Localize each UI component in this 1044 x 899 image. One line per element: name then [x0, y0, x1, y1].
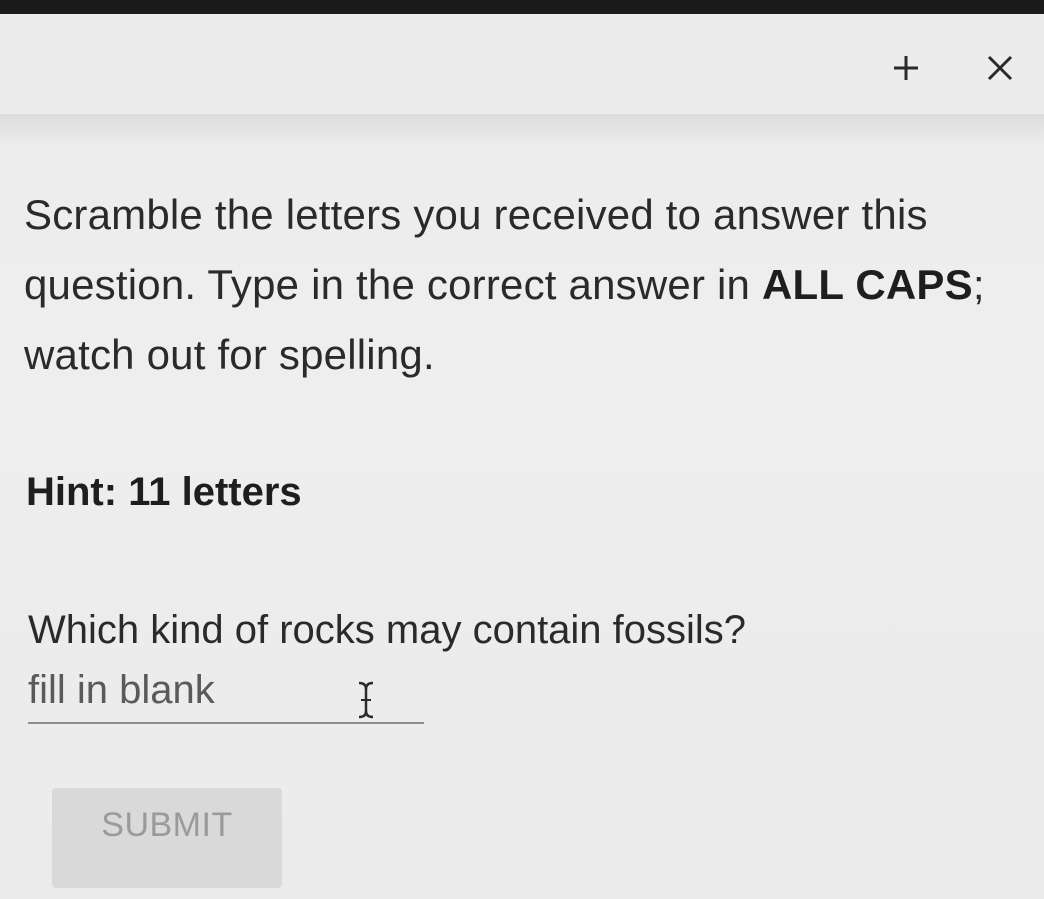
question-text: Which kind of rocks may contain fossils? — [28, 608, 747, 652]
instructions-emphasis: ALL CAPS — [761, 261, 973, 308]
submit-button[interactable]: SUBMIT — [52, 788, 282, 888]
dialog-header — [0, 14, 1044, 114]
header-divider — [0, 114, 1044, 144]
text-cursor-icon — [356, 680, 376, 725]
plus-icon[interactable] — [882, 44, 930, 92]
quiz-screen — [0, 14, 1044, 899]
close-icon[interactable] — [976, 44, 1024, 92]
quiz-content: Scramble the letters you received to ans… — [24, 180, 1014, 652]
hint-text: Hint: 11 letters — [26, 470, 302, 514]
instructions-text: Scramble the letters you received to ans… — [24, 180, 1014, 390]
answer-field[interactable] — [28, 660, 424, 724]
